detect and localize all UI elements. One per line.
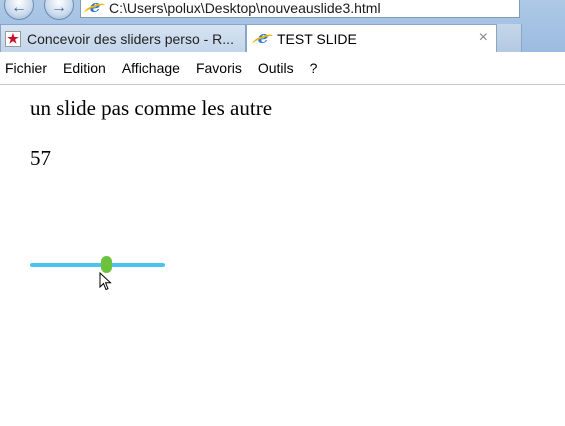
slider-value: 57: [30, 146, 51, 170]
slider-thumb[interactable]: [101, 256, 113, 273]
menu-edition[interactable]: Edition: [63, 60, 106, 76]
ie-icon: e: [87, 0, 103, 16]
pdf-icon: ★: [5, 30, 21, 47]
forward-button[interactable]: →: [44, 0, 74, 20]
tab-concevoir-sliders[interactable]: ★ Concevoir des sliders perso - R...: [0, 24, 246, 52]
menu-favoris[interactable]: Favoris: [196, 60, 242, 76]
tab-label: Concevoir des sliders perso - R...: [27, 30, 234, 47]
forward-arrow-icon: →: [51, 0, 67, 16]
slider-track[interactable]: [30, 263, 165, 267]
menu-outils[interactable]: Outils: [258, 60, 294, 76]
close-icon[interactable]: ×: [479, 29, 488, 47]
back-arrow-icon: ←: [11, 0, 27, 16]
page-heading: un slide pas comme les autre: [30, 96, 273, 120]
menu-help[interactable]: ?: [310, 60, 318, 76]
ie-icon: e: [255, 29, 271, 47]
menu-bar: Fichier Edition Affichage Favoris Outils…: [0, 52, 565, 85]
back-button[interactable]: ←: [4, 0, 34, 20]
address-text: C:\Users\polux\Desktop\nouveauslide3.htm…: [109, 0, 381, 16]
browser-chrome: ← → e C:\Users\polux\Desktop\nouveauslid…: [0, 0, 565, 52]
mouse-cursor-icon: [99, 272, 112, 291]
menu-fichier[interactable]: Fichier: [5, 60, 47, 76]
address-bar[interactable]: e C:\Users\polux\Desktop\nouveauslide3.h…: [80, 0, 520, 18]
tab-label: TEST SLIDE: [277, 30, 357, 47]
new-tab-button[interactable]: [497, 24, 522, 52]
menu-affichage[interactable]: Affichage: [122, 60, 180, 76]
tab-test-slide[interactable]: e TEST SLIDE ×: [246, 24, 497, 52]
